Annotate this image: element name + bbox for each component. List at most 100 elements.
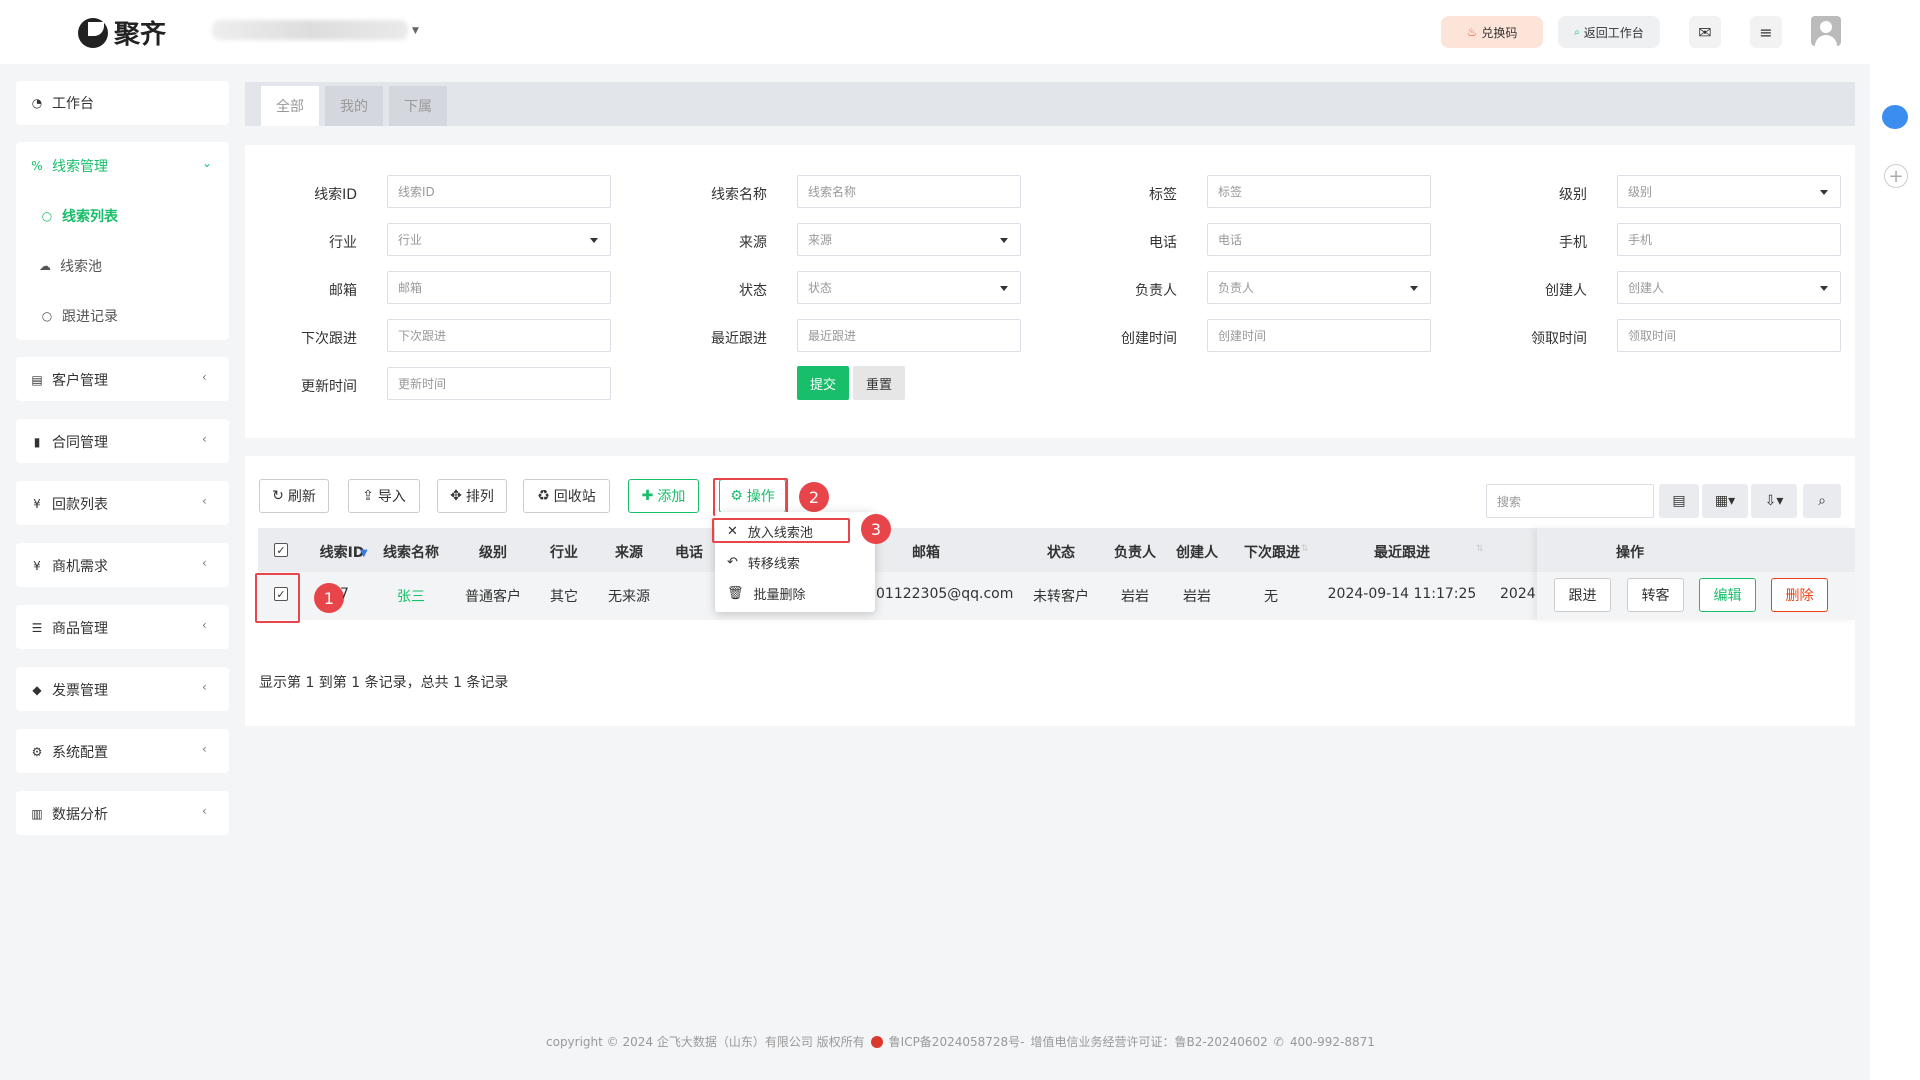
- search-icon[interactable]: ⌕: [1803, 484, 1841, 518]
- sort-icon[interactable]: ⇅: [1476, 544, 1484, 554]
- creator-select[interactable]: 创建人: [1617, 271, 1841, 304]
- list-view-icon[interactable]: ▤: [1659, 484, 1699, 518]
- chevron-left-icon[interactable]: ‹: [202, 556, 207, 570]
- chat-icon[interactable]: [1882, 105, 1908, 129]
- brand-logo-icon: [78, 17, 108, 48]
- chevron-left-icon[interactable]: ‹: [202, 432, 207, 446]
- tab-subordinates[interactable]: 下属: [389, 86, 447, 126]
- top-bar: 聚齐 ▼ ♨ 兑换码 ⌕ 返回工作台 ✉ ≡: [0, 0, 1920, 64]
- email-input[interactable]: 邮箱: [387, 271, 611, 304]
- dashboard-icon: ◔: [31, 96, 43, 110]
- th-source[interactable]: 来源: [598, 542, 660, 562]
- industry-select[interactable]: 行业: [387, 223, 611, 256]
- th-next-follow[interactable]: 下次跟进: [1236, 542, 1308, 562]
- add-button[interactable]: ✚ 添加: [628, 479, 699, 513]
- menu-item-transfer-lead[interactable]: ↶ 转移线索: [727, 553, 800, 572]
- footer-phone: 400-992-8871: [1289, 1034, 1375, 1049]
- export-icon[interactable]: ⇩▾: [1751, 484, 1797, 518]
- next-follow-input[interactable]: 下次跟进: [387, 319, 611, 352]
- chevron-left-icon[interactable]: ‹: [202, 742, 207, 756]
- submit-button[interactable]: 提交: [797, 366, 849, 400]
- owner-select[interactable]: 负责人: [1207, 271, 1431, 304]
- back-to-workbench-button[interactable]: ⌕ 返回工作台: [1558, 16, 1660, 48]
- refresh-icon: ↻: [272, 488, 284, 504]
- refresh-button[interactable]: ↻ 刷新: [259, 479, 329, 513]
- sidebar-item-contracts[interactable]: ▮ 合同管理: [30, 432, 108, 452]
- sidebar-item-lead-list[interactable]: ○ 线索列表: [40, 206, 118, 226]
- chevron-left-icon[interactable]: ‹: [202, 804, 207, 818]
- sort-desc-icon[interactable]: ▼: [360, 548, 368, 559]
- follow-up-button[interactable]: 跟进: [1554, 578, 1611, 612]
- th-creator[interactable]: 创建人: [1166, 542, 1228, 562]
- lead-name-input[interactable]: 线索名称: [797, 175, 1021, 208]
- chevron-left-icon[interactable]: ‹: [202, 370, 207, 384]
- columns-icon[interactable]: ▦▾: [1702, 484, 1748, 518]
- sort-icon[interactable]: ⇅: [1301, 544, 1309, 554]
- sidebar-item-lead-pool[interactable]: ☁ 线索池: [38, 256, 102, 276]
- footer: copyright © 2024 企飞大数据（山东）有限公司 版权所有 鲁ICP…: [546, 1033, 1375, 1050]
- sidebar-item-lead-management[interactable]: % 线索管理: [30, 156, 108, 176]
- chevron-left-icon[interactable]: ‹: [202, 494, 207, 508]
- filter-label-claim-time: 领取时间: [1531, 331, 1587, 347]
- mobile-input[interactable]: 手机: [1617, 223, 1841, 256]
- level-select[interactable]: 级别: [1617, 175, 1841, 208]
- edit-button[interactable]: 编辑: [1699, 578, 1756, 612]
- add-icon[interactable]: +: [1884, 164, 1908, 188]
- th-lead-name[interactable]: 线索名称: [380, 542, 442, 562]
- source-select[interactable]: 来源: [797, 223, 1021, 256]
- select-all-checkbox[interactable]: ✓: [274, 543, 288, 557]
- delete-button[interactable]: 删除: [1771, 578, 1828, 612]
- th-industry[interactable]: 行业: [533, 542, 595, 562]
- sidebar-item-analytics[interactable]: ▥ 数据分析: [30, 804, 108, 824]
- sidebar-item-system-config[interactable]: ⚙ 系统配置: [30, 742, 108, 762]
- footer-icp-link[interactable]: 鲁ICP备2024058728号-: [889, 1033, 1025, 1050]
- police-badge-icon: [870, 1035, 883, 1048]
- sidebar-item-payments[interactable]: ¥ 回款列表: [30, 494, 108, 514]
- chevron-left-icon[interactable]: ‹: [202, 680, 207, 694]
- updated-time-input[interactable]: 更新时间: [387, 367, 611, 400]
- th-email[interactable]: 邮箱: [895, 542, 957, 562]
- sidebar-item-follow-records[interactable]: ○ 跟进记录: [40, 306, 118, 326]
- menu-item-batch-delete[interactable]: 🗑 批量删除: [727, 584, 806, 603]
- lead-id-input[interactable]: 线索ID: [387, 175, 611, 208]
- th-last-follow[interactable]: 最近跟进: [1362, 542, 1442, 562]
- phone-input[interactable]: 电话: [1207, 223, 1431, 256]
- sidebar-item-workbench[interactable]: ◔ 工作台: [30, 93, 94, 113]
- tag-input[interactable]: 标签: [1207, 175, 1431, 208]
- sort-columns-button[interactable]: ✥ 排列: [437, 479, 507, 513]
- th-level[interactable]: 级别: [462, 542, 524, 562]
- sidebar-item-products[interactable]: ☰ 商品管理: [30, 618, 108, 638]
- status-select[interactable]: 状态: [797, 271, 1021, 304]
- tab-all[interactable]: 全部: [261, 86, 319, 126]
- chevron-left-icon[interactable]: ‹: [202, 618, 207, 632]
- brand-logo[interactable]: 聚齐: [78, 14, 166, 51]
- circle-icon: ○: [41, 209, 53, 223]
- tab-bar: 全部 我的 下属: [245, 82, 1855, 126]
- redeem-code-button[interactable]: ♨ 兑换码: [1441, 16, 1543, 48]
- table-search-input[interactable]: 搜索: [1486, 484, 1654, 518]
- th-status[interactable]: 状态: [1030, 542, 1092, 562]
- cell-status: 未转客户: [1033, 589, 1089, 605]
- th-owner[interactable]: 负责人: [1104, 542, 1166, 562]
- created-time-input[interactable]: 创建时间: [1207, 319, 1431, 352]
- convert-customer-button[interactable]: 转客: [1627, 578, 1684, 612]
- mail-icon[interactable]: ✉: [1689, 16, 1721, 48]
- sidebar-item-opportunities[interactable]: ¥ 商机需求: [30, 556, 108, 576]
- menu-icon[interactable]: ≡: [1750, 16, 1782, 48]
- cell-lead-name-link[interactable]: 张三: [380, 586, 442, 606]
- filter-label-level: 级别: [1559, 187, 1587, 203]
- avatar[interactable]: [1811, 16, 1841, 46]
- reset-button[interactable]: 重置: [853, 366, 905, 400]
- sidebar-item-customers[interactable]: ▤ 客户管理: [30, 370, 108, 390]
- th-phone[interactable]: 电话: [658, 542, 720, 562]
- caret-down-icon[interactable]: ▼: [412, 26, 419, 36]
- tab-mine[interactable]: 我的: [325, 86, 383, 126]
- sidebar-item-invoices[interactable]: ◆ 发票管理: [30, 680, 108, 700]
- last-follow-input[interactable]: 最近跟进: [797, 319, 1021, 352]
- company-selector[interactable]: [212, 20, 408, 40]
- claim-time-input[interactable]: 领取时间: [1617, 319, 1841, 352]
- recycle-bin-button[interactable]: ♻ 回收站: [523, 479, 610, 513]
- import-button[interactable]: ⇪ 导入: [348, 479, 420, 513]
- chevron-down-icon[interactable]: ⌄: [202, 156, 212, 170]
- highlight-box-put-pool: [712, 518, 850, 543]
